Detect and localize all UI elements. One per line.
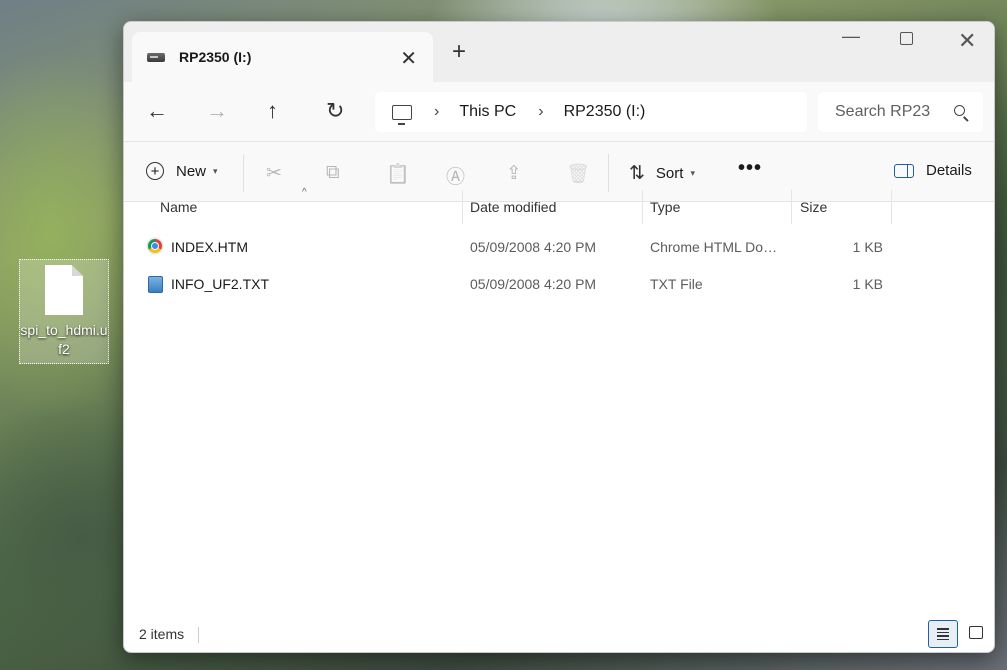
refresh-button[interactable]: ↻ xyxy=(326,100,344,122)
tab-close-icon[interactable]: ✕ xyxy=(400,46,417,71)
cut-icon[interactable]: ✂ xyxy=(266,162,282,185)
tab-rp2350[interactable]: RP2350 (I:) ✕ xyxy=(132,32,433,82)
file-row[interactable]: INFO_UF2.TXT 05/09/2008 4:20 PM TXT File… xyxy=(124,266,994,302)
breadcrumb-this-pc[interactable]: This PC xyxy=(459,103,516,121)
column-header-type[interactable]: Type xyxy=(650,199,680,215)
chrome-html-icon xyxy=(148,239,162,253)
title-bar[interactable]: RP2350 (I:) ✕ + — ✕ xyxy=(124,22,994,82)
address-bar[interactable]: › This PC › RP2350 (I:) xyxy=(375,92,807,132)
column-header-name[interactable]: Name xyxy=(160,199,197,215)
chevron-right-icon[interactable]: › xyxy=(538,103,543,121)
column-divider[interactable] xyxy=(462,190,463,224)
delete-icon[interactable]: 🗑 xyxy=(566,162,590,186)
search-input[interactable]: Search RP2350 (I:) xyxy=(818,92,983,132)
details-label: Details xyxy=(926,162,972,179)
text-file-icon xyxy=(148,276,163,293)
desktop-file-label: spi_to_hdmi.uf2 xyxy=(20,322,108,357)
more-options-button[interactable]: ••• xyxy=(738,157,762,180)
back-button[interactable]: ← xyxy=(146,100,168,122)
file-icon xyxy=(45,265,83,315)
chevron-down-icon: ▾ xyxy=(213,165,218,176)
new-button[interactable]: + New ▾ xyxy=(146,162,218,180)
share-icon[interactable]: ⇪ xyxy=(506,162,522,185)
file-row[interactable]: INDEX.HTM 05/09/2008 4:20 PM Chrome HTML… xyxy=(124,229,994,265)
column-header-size[interactable]: Size xyxy=(800,199,827,215)
chevron-down-icon: ▾ xyxy=(690,168,695,178)
drive-icon xyxy=(147,52,165,62)
file-size: 1 KB xyxy=(852,239,883,255)
details-pane-button[interactable]: Details xyxy=(894,162,972,179)
file-type: TXT File xyxy=(650,276,703,292)
plus-icon: + xyxy=(146,162,164,180)
up-button[interactable]: ↑ xyxy=(267,100,278,122)
details-view-button[interactable] xyxy=(928,620,958,648)
breadcrumb-rp2350[interactable]: RP2350 (I:) xyxy=(564,103,646,121)
divider xyxy=(198,627,199,643)
file-date: 05/09/2008 4:20 PM xyxy=(470,276,597,292)
tiles-view-button[interactable] xyxy=(969,626,983,639)
this-pc-icon[interactable] xyxy=(392,104,412,125)
forward-button[interactable]: → xyxy=(206,100,228,122)
sort-button[interactable]: ⇅ Sort ▾ xyxy=(629,162,695,185)
maximize-button[interactable] xyxy=(900,32,913,45)
file-explorer-window: RP2350 (I:) ✕ + — ✕ ← → ↑ ↻ › This PC › … xyxy=(123,21,995,653)
item-count: 2 items xyxy=(139,626,185,642)
close-window-button[interactable]: ✕ xyxy=(958,28,976,54)
file-type: Chrome HTML Document xyxy=(650,239,782,255)
sort-ascending-icon: ^ xyxy=(302,187,307,198)
file-size: 1 KB xyxy=(852,276,883,292)
divider xyxy=(243,154,244,192)
new-label: New xyxy=(176,162,207,180)
minimize-button[interactable]: — xyxy=(842,26,860,47)
column-divider[interactable] xyxy=(642,190,643,224)
search-icon xyxy=(954,105,965,116)
navigation-bar: ← → ↑ ↻ › This PC › RP2350 (I:) Search R… xyxy=(124,82,994,142)
chevron-right-icon[interactable]: › xyxy=(434,103,439,121)
column-divider[interactable] xyxy=(791,190,792,224)
sort-icon: ⇅ xyxy=(629,163,645,184)
paste-icon[interactable]: 📋 xyxy=(386,162,410,186)
details-pane-icon xyxy=(894,163,914,178)
divider xyxy=(608,154,609,192)
copy-icon[interactable]: ⧉ xyxy=(326,162,340,184)
search-placeholder: Search RP2350 (I:) xyxy=(835,103,930,120)
rename-icon[interactable]: Ⓐ xyxy=(446,162,465,189)
file-date: 05/09/2008 4:20 PM xyxy=(470,239,597,255)
column-headers: ^ Name Date modified Type Size xyxy=(124,187,994,224)
tab-title: RP2350 (I:) xyxy=(179,49,252,65)
desktop-file-icon[interactable]: spi_to_hdmi.uf2 xyxy=(19,259,109,364)
column-divider[interactable] xyxy=(891,190,892,224)
file-name: INFO_UF2.TXT xyxy=(171,276,270,292)
new-tab-button[interactable]: + xyxy=(452,38,466,66)
status-bar: 2 items xyxy=(124,618,994,652)
sort-label: Sort xyxy=(655,165,684,182)
column-header-date[interactable]: Date modified xyxy=(470,199,556,215)
file-name: INDEX.HTM xyxy=(171,239,248,255)
